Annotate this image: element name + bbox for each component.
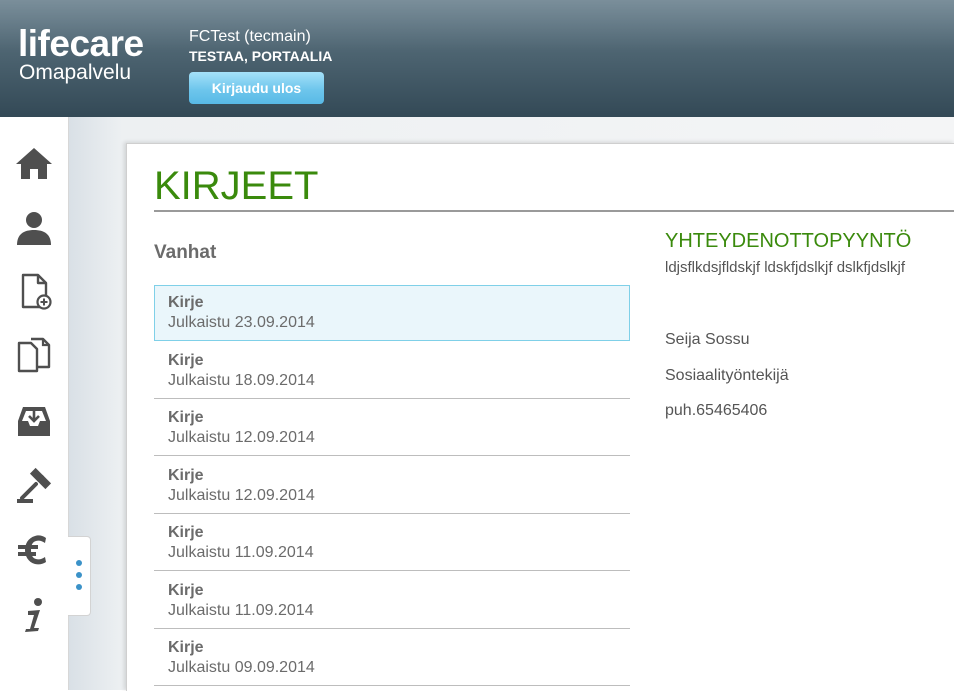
documents-icon — [17, 337, 51, 373]
handle-dot-icon — [76, 560, 82, 566]
letter-date: Julkaistu 12.09.2014 — [168, 486, 315, 504]
user-name: FCTest (tecmain) — [189, 28, 311, 45]
letter-date: Julkaistu 11.09.2014 — [168, 544, 314, 561]
user-icon — [17, 212, 51, 245]
letter-item[interactable]: Kirje Julkaistu 12.09.2014 — [154, 400, 630, 456]
letter-item[interactable]: Kirje Julkaistu 23.09.2014 — [154, 285, 630, 341]
new-document-icon — [21, 273, 52, 310]
sidebar-toggle-handle[interactable] — [68, 536, 91, 616]
letter-date: Julkaistu 12.09.2014 — [168, 429, 315, 446]
letter-date: Julkaistu 09.09.2014 — [168, 659, 315, 676]
letter-item[interactable]: Kirje Julkaistu 09.09.2014 — [154, 630, 630, 686]
nav-info[interactable] — [12, 593, 56, 637]
info-icon — [25, 598, 42, 632]
letter-title: Kirje — [168, 351, 204, 369]
nav-payments[interactable] — [12, 528, 56, 572]
letter-title: Kirje — [168, 294, 204, 311]
euro-icon — [18, 535, 46, 565]
sender-role: Sosiaalityöntekijä — [665, 367, 789, 384]
letter-item[interactable]: Kirje Julkaistu 11.09.2014 — [154, 515, 630, 571]
letter-title: Kirje — [168, 409, 204, 426]
letter-title: Kirje — [168, 466, 204, 484]
letter-title: Kirje — [168, 639, 204, 656]
logout-button[interactable]: Kirjaudu ulos — [189, 72, 324, 104]
handle-dot-icon — [76, 572, 82, 578]
letter-item[interactable]: Kirje Julkaistu 12.09.2014 — [154, 458, 630, 514]
nav-letters[interactable] — [12, 399, 56, 443]
nav-home[interactable] — [12, 141, 56, 185]
title-divider — [154, 210, 954, 212]
home-icon — [16, 148, 52, 179]
letter-item[interactable]: Kirje Julkaistu 11.09.2014 — [154, 573, 630, 629]
nav-profile[interactable] — [12, 206, 56, 250]
letter-item[interactable]: Kirje Julkaistu 18.09.2014 — [154, 343, 630, 399]
sender-name: Seija Sossu — [665, 331, 750, 348]
letter-date: Julkaistu 23.09.2014 — [168, 314, 315, 331]
inbox-icon — [18, 407, 50, 436]
letter-title: Kirje — [168, 581, 204, 599]
sidebar-nav — [0, 117, 69, 690]
letter-detail-title: YHTEYDENOTTOPYYNTÖ — [665, 230, 912, 252]
letter-detail-body: ldjsflkdsjfldskjf ldskfjdslkjf dslkfjdsl… — [665, 259, 906, 276]
letter-title: Kirje — [168, 524, 204, 541]
letter-list: Kirje Julkaistu 23.09.2014 Kirje Julkais… — [154, 285, 630, 688]
user-organization: TESTAA, PORTAALIA — [189, 48, 333, 64]
logo-subtitle: Omapalvelu — [19, 61, 132, 84]
gavel-icon — [17, 467, 52, 503]
letter-date: Julkaistu 18.09.2014 — [168, 371, 315, 389]
main-card: KIRJEET Vanhat Kirje Julkaistu 23.09.201… — [126, 143, 954, 691]
letter-date: Julkaistu 11.09.2014 — [168, 601, 314, 619]
handle-dot-icon — [76, 584, 82, 590]
section-heading: Vanhat — [154, 242, 217, 263]
nav-decisions[interactable] — [12, 464, 56, 508]
app-header: lifecare Omapalvelu FCTest (tecmain) TES… — [0, 0, 954, 117]
page-title: KIRJEET — [154, 164, 319, 208]
sender-phone: puh.65465406 — [665, 402, 768, 419]
nav-new-application[interactable] — [12, 269, 56, 313]
nav-documents[interactable] — [12, 333, 56, 377]
